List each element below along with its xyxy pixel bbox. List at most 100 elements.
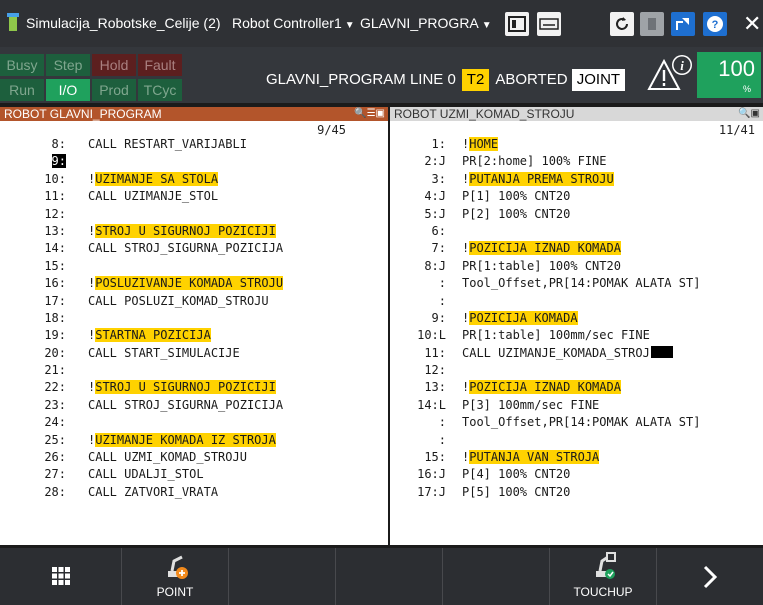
- code-line[interactable]: 16:J P[4] 100% CNT20: [390, 466, 763, 483]
- line-text: P[3] 100mm/sec FINE: [462, 397, 599, 414]
- zoom-icon[interactable]: 🔍☰▣: [354, 107, 385, 121]
- display-mode-button[interactable]: [505, 12, 529, 36]
- jog-button[interactable]: [671, 12, 695, 36]
- code-line[interactable]: 14:L P[3] 100mm/sec FINE: [390, 397, 763, 414]
- line-number: 25:: [44, 432, 66, 447]
- lock-button[interactable]: [640, 12, 664, 36]
- instruction-text: CALL START_SIMULACIJE: [88, 345, 240, 360]
- code-line[interactable]: 15: !PUTANJA VAN STROJA: [390, 449, 763, 466]
- function-key-5[interactable]: [443, 548, 550, 605]
- code-line[interactable]: 20: CALL START_SIMULACIJE: [0, 345, 388, 362]
- controller-select[interactable]: Robot Controller1 ▼: [232, 0, 355, 47]
- robot-touchup-icon: [596, 552, 616, 579]
- left-program-panel[interactable]: ROBOT GLAVNI_PROGRAM 🔍☰▣ 9/45 8: CALL RES…: [0, 107, 388, 545]
- code-line[interactable]: 17:J P[5] 100% CNT20: [390, 484, 763, 501]
- right-program-panel[interactable]: ROBOT UZMI_KOMAD_STROJU 🔍▣ 11/41 1: !HOME…: [390, 107, 763, 545]
- code-line[interactable]: 6:: [390, 223, 763, 240]
- panel-title: ROBOT UZMI_KOMAD_STROJU: [394, 107, 575, 121]
- line-text: CALL UZIMANJE_STOL: [88, 188, 218, 205]
- line-text: !PUTANJA VAN STROJA: [462, 449, 600, 466]
- instruction-text: CALL UZMI_KOMAD_STROJU: [88, 450, 247, 465]
- code-line[interactable]: 28: CALL ZATVORI_VRATA: [0, 484, 388, 501]
- code-line[interactable]: 14: CALL STROJ_SIGURNA_POZICIJA: [0, 240, 388, 257]
- code-line[interactable]: 1: !HOME: [390, 136, 763, 153]
- reset-button[interactable]: [610, 12, 634, 36]
- code-line[interactable]: : Tool_Offset,PR[14:POMAK ALATA ST]: [390, 414, 763, 431]
- zoom-icon[interactable]: 🔍▣: [738, 107, 760, 121]
- hold-lamp: Hold: [92, 54, 136, 76]
- line-text: !STARTNA POZICIJA: [88, 327, 211, 344]
- override-speed[interactable]: 100 %: [697, 52, 761, 98]
- io-lamp: I/O: [46, 79, 90, 101]
- panel-header: ROBOT UZMI_KOMAD_STROJU 🔍▣: [390, 107, 763, 121]
- line-text: Tool_Offset,PR[14:POMAK ALATA ST]: [462, 414, 700, 431]
- code-line[interactable]: 3: !PUTANJA PREMA STROJU: [390, 171, 763, 188]
- comment-highlight: STROJ U SIGURNOJ POZICIJI: [95, 223, 276, 238]
- code-line[interactable]: 12:: [390, 362, 763, 379]
- code-line[interactable]: 27: CALL UDALJI_STOL: [0, 466, 388, 483]
- comment-highlight: PUTANJA PREMA STROJU: [469, 171, 614, 186]
- line-text: CALL UDALJI_STOL: [88, 466, 204, 483]
- close-icon[interactable]: ✕: [743, 10, 763, 38]
- line-number: 15:: [424, 450, 446, 465]
- line-text: CALL POSLUZI_KOMAD_STROJU: [88, 293, 269, 310]
- line-text: Tool_Offset,PR[14:POMAK ALATA ST]: [462, 275, 700, 292]
- touchup-button[interactable]: TOUCHUP: [550, 548, 657, 605]
- line-text: CALL STROJ_SIGURNA_POZICIJA: [88, 397, 283, 414]
- alarm-warning-icon[interactable]: i: [646, 53, 694, 93]
- code-line[interactable]: :: [390, 293, 763, 310]
- program-listing: 1: !HOME 2:J PR[2:home] 100% FINE 3: !PUTANJA…: [390, 136, 763, 501]
- line-number: 17:: [44, 293, 66, 308]
- line-number: 12:: [424, 363, 446, 378]
- code-line[interactable]: 23: CALL STROJ_SIGURNA_POZICIJA: [0, 397, 388, 414]
- coord-system-badge[interactable]: JOINT: [571, 69, 626, 91]
- code-line[interactable]: 22: !STROJ U SIGURNOJ POZICIJI: [0, 379, 388, 396]
- code-line[interactable]: 5:J P[2] 100% CNT20: [390, 206, 763, 223]
- instruction-text: CALL STROJ_SIGURNA_POZICIJA: [88, 397, 284, 412]
- function-key-3[interactable]: [229, 548, 336, 605]
- line-number: 21:: [44, 363, 66, 378]
- refresh-icon: [616, 17, 628, 30]
- code-line[interactable]: 15:: [0, 258, 388, 275]
- code-line[interactable]: 8:J PR[1:table] 100% CNT20: [390, 258, 763, 275]
- code-line[interactable]: 4:J P[1] 100% CNT20: [390, 188, 763, 205]
- program-select[interactable]: GLAVNI_PROGRA ▼: [360, 0, 492, 47]
- code-line[interactable]: 9:: [0, 153, 388, 170]
- menu-button[interactable]: [0, 548, 122, 605]
- comment-highlight: POZICIJA KOMADA: [469, 310, 578, 325]
- code-line[interactable]: 24:: [0, 414, 388, 431]
- function-key-4[interactable]: [336, 548, 443, 605]
- keyboard-button[interactable]: [537, 12, 561, 36]
- line-number: 22:: [44, 380, 66, 395]
- code-line[interactable]: 13: !STROJ U SIGURNOJ POZICIJI: [0, 223, 388, 240]
- code-line[interactable]: 10: !UZIMANJE SA STOLA: [0, 171, 388, 188]
- code-line[interactable]: 11: CALL UZIMANJE_KOMADA_STROJ: [390, 345, 763, 362]
- help-button[interactable]: ?: [703, 12, 727, 36]
- code-line[interactable]: 19: !STARTNA POZICIJA: [0, 327, 388, 344]
- code-line[interactable]: :: [390, 432, 763, 449]
- code-line[interactable]: 8: CALL RESTART_VARIJABLI: [0, 136, 388, 153]
- line-number: 24:: [44, 415, 66, 430]
- code-line[interactable]: 11: CALL UZIMANJE_STOL: [0, 188, 388, 205]
- instruction-text: P[4] 100% CNT20: [462, 467, 571, 482]
- line-number: 18:: [44, 310, 66, 325]
- code-line[interactable]: 16: !POSLUZIVANJE KOMADA STROJU: [0, 275, 388, 292]
- code-line[interactable]: 13: !POZICIJA IZNAD KOMADA: [390, 379, 763, 396]
- code-line[interactable]: 21:: [0, 362, 388, 379]
- code-line[interactable]: 25: !UZIMANJE KOMADA IZ STROJA: [0, 432, 388, 449]
- line-number: :: [438, 432, 446, 447]
- next-page-button[interactable]: [657, 548, 763, 605]
- code-line[interactable]: 10:L PR[1:table] 100mm/sec FINE: [390, 327, 763, 344]
- code-line[interactable]: 26: CALL UZMI_KOMAD_STROJU: [0, 449, 388, 466]
- code-line[interactable]: : Tool_Offset,PR[14:POMAK ALATA ST]: [390, 275, 763, 292]
- instruction-text: CALL UDALJI_STOL: [88, 467, 204, 482]
- code-line[interactable]: 9: !POZICIJA KOMADA: [390, 310, 763, 327]
- code-line[interactable]: 17: CALL POSLUZI_KOMAD_STROJU: [0, 293, 388, 310]
- code-line[interactable]: 12:: [0, 206, 388, 223]
- line-text: CALL UZMI_KOMAD_STROJU: [88, 449, 247, 466]
- code-line[interactable]: 2:J PR[2:home] 100% FINE: [390, 153, 763, 170]
- line-number: 17:J: [417, 484, 446, 499]
- code-line[interactable]: 7: !POZICIJA IZNAD KOMADA: [390, 240, 763, 257]
- point-button[interactable]: POINT: [122, 548, 229, 605]
- code-line[interactable]: 18:: [0, 310, 388, 327]
